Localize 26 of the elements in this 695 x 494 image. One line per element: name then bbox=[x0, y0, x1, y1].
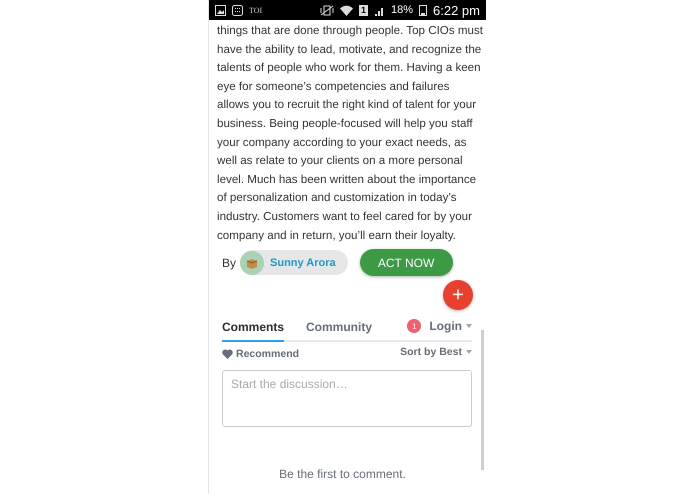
byline-label: By bbox=[222, 256, 236, 270]
vibrate-off-icon bbox=[320, 4, 334, 16]
author-chip[interactable]: Sunny Arora bbox=[240, 250, 348, 276]
clock: 6:22 pm bbox=[433, 2, 480, 18]
sort-menu[interactable]: Sort by Best bbox=[400, 346, 472, 358]
add-button[interactable]: + bbox=[443, 280, 473, 310]
article-text: things that are done through people. Top CIOs must have the ability to lead, motivate, and recognize the talents of people who work for them. Having a keen eye for someone’s competencies and failures allows you to recruit the right kind of talent for your business. Being people-focused will help you staff your company according to your exact needs, as well as relate to your clients on a more personal level. Much has been written about the importance of personalization and customization in today’s industry. Customers want to feel cared for by your company and in return, you’ll earn their loyalty. bbox=[217, 23, 481, 244]
comment-input[interactable]: Start the discussion… bbox=[222, 370, 472, 428]
notification-badge[interactable]: 1 bbox=[407, 319, 422, 334]
login-menu[interactable]: Login bbox=[429, 319, 472, 334]
image-icon bbox=[215, 4, 226, 16]
empty-message: Be the first to comment. bbox=[278, 467, 407, 482]
notification-label: TOI bbox=[249, 6, 262, 14]
recommend-button[interactable]: Recommend bbox=[222, 348, 300, 360]
grid-icon bbox=[232, 4, 243, 16]
caret-icon bbox=[466, 350, 472, 354]
battery-percent: 18% bbox=[390, 4, 414, 16]
tab[interactable]: Comments bbox=[222, 320, 284, 342]
caret-icon bbox=[466, 324, 472, 328]
avatar-icon bbox=[240, 250, 264, 275]
sim-indicator: 1 bbox=[358, 4, 368, 16]
battery-icon bbox=[419, 4, 428, 16]
tab[interactable]: Community bbox=[306, 320, 372, 342]
wifi-icon bbox=[340, 4, 353, 16]
heart-icon bbox=[222, 349, 233, 360]
act-now-button[interactable]: ACT NOW bbox=[360, 249, 453, 276]
